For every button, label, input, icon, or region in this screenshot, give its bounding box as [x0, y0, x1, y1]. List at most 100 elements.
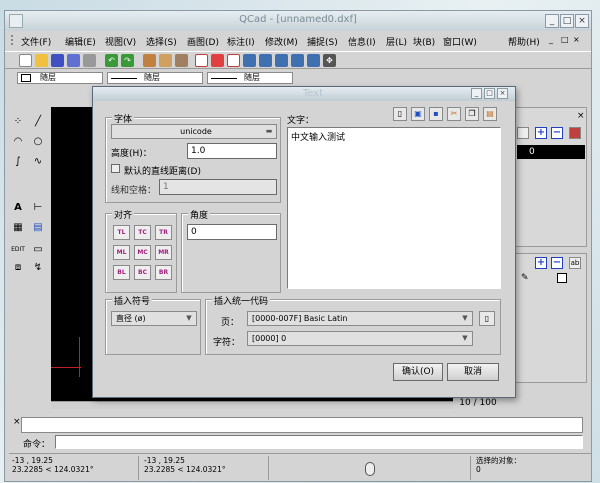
- open-text-icon[interactable]: ▣: [411, 107, 425, 121]
- cancel-button[interactable]: 取消: [447, 363, 499, 381]
- snap-tool-icon[interactable]: ⧈: [9, 261, 27, 277]
- spline-tool-icon[interactable]: ∫: [9, 155, 27, 171]
- command-input[interactable]: [55, 435, 583, 449]
- align-middle-left-button[interactable]: ML: [113, 245, 130, 260]
- save-as-icon[interactable]: [67, 54, 80, 67]
- rename-block-icon[interactable]: ab: [569, 257, 581, 269]
- menu-window[interactable]: 窗口(W): [443, 35, 477, 48]
- align-top-left-button[interactable]: TL: [113, 225, 130, 240]
- menu-select[interactable]: 选择(S): [146, 35, 177, 48]
- mdi-restore-button[interactable]: □: [561, 35, 569, 44]
- mdi-minimize-button[interactable]: _: [549, 35, 553, 44]
- grid-icon[interactable]: [195, 54, 208, 67]
- paste-text-icon[interactable]: ▤: [483, 107, 497, 121]
- zoom-previous-icon[interactable]: [291, 54, 304, 67]
- line-tool-icon[interactable]: ╱: [29, 115, 47, 131]
- height-input[interactable]: 1.0: [187, 143, 277, 159]
- font-select[interactable]: unicode ▬: [111, 124, 277, 139]
- text-editor[interactable]: 中文输入测试: [287, 127, 501, 289]
- ok-button[interactable]: 确认(O): [393, 363, 443, 381]
- symbol-select[interactable]: 直径 (ø) ▼: [111, 311, 197, 326]
- undo-icon[interactable]: ↶: [105, 54, 118, 67]
- menu-file[interactable]: 文件(F): [21, 35, 51, 48]
- modify-tool-icon[interactable]: ▭: [29, 243, 47, 259]
- open-folder-icon[interactable]: [35, 54, 48, 67]
- dialog-maximize-button[interactable]: □: [484, 88, 495, 99]
- status-relative: -13 , 19.25 23.2285 < 124.0321°: [141, 456, 269, 480]
- copy-icon[interactable]: [159, 54, 172, 67]
- menu-draw[interactable]: 画图(D): [187, 35, 219, 48]
- zoom-window-icon[interactable]: [307, 54, 320, 67]
- save-icon[interactable]: [51, 54, 64, 67]
- point-tool-icon[interactable]: ⁘: [9, 115, 27, 131]
- chevron-down-icon: ▼: [186, 314, 192, 322]
- hatch-tool-icon[interactable]: ▦: [9, 221, 27, 237]
- close-button[interactable]: ×: [575, 14, 589, 28]
- menu-modify[interactable]: 修改(M): [265, 35, 298, 48]
- menu-layer[interactable]: 层(L): [386, 35, 407, 48]
- dialog-close-button[interactable]: ×: [497, 88, 508, 99]
- unicode-page-select[interactable]: [0000-007F] Basic Latin ▼: [247, 311, 473, 326]
- menu-edit[interactable]: 编辑(E): [65, 35, 96, 48]
- maximize-button[interactable]: □: [560, 14, 574, 28]
- angle-input[interactable]: 0: [187, 224, 277, 240]
- layer-panel-close-icon[interactable]: ×: [577, 111, 587, 121]
- redo-icon[interactable]: ↷: [121, 54, 134, 67]
- dimension-tool-icon[interactable]: ⊢: [29, 201, 47, 217]
- default-spacing-checkbox[interactable]: [111, 164, 120, 173]
- menu-view[interactable]: 视图(V): [105, 35, 136, 48]
- minimize-button[interactable]: _: [545, 14, 559, 28]
- align-middle-center-button[interactable]: MC: [134, 245, 151, 260]
- zoom-in-icon[interactable]: [243, 54, 256, 67]
- text-tool-icon[interactable]: A: [9, 201, 27, 217]
- menu-help[interactable]: 帮助(H): [508, 35, 540, 48]
- remove-block-icon[interactable]: −: [551, 257, 563, 269]
- align-bottom-right-button[interactable]: BR: [155, 265, 172, 280]
- remove-layer-icon[interactable]: −: [551, 127, 563, 139]
- menu-dimension[interactable]: 标注(I): [227, 35, 255, 48]
- line-spacing-input[interactable]: 1: [159, 179, 277, 195]
- insert-unicode-button[interactable]: ▯: [479, 311, 495, 326]
- layer-show-all-icon[interactable]: [517, 127, 529, 139]
- redraw-icon[interactable]: [227, 54, 240, 67]
- measure-tool-icon[interactable]: ↯: [29, 261, 47, 277]
- mdi-close-button[interactable]: ×: [573, 35, 580, 44]
- unicode-char-select[interactable]: [0000] 0 ▼: [247, 331, 473, 346]
- canvas-hscrollbar[interactable]: [51, 401, 461, 409]
- edit-layer-icon[interactable]: [569, 127, 581, 139]
- cut-text-icon[interactable]: ✂: [447, 107, 461, 121]
- image-tool-icon[interactable]: ▤: [29, 221, 47, 237]
- print-icon[interactable]: [83, 54, 96, 67]
- command-close-icon[interactable]: ×: [13, 417, 21, 427]
- cut-icon[interactable]: [143, 54, 156, 67]
- align-bottom-left-button[interactable]: BL: [113, 265, 130, 280]
- dialog-title-bar[interactable]: Text _ □ ×: [93, 87, 515, 101]
- menu-block[interactable]: 块(B): [413, 35, 435, 48]
- save-text-icon[interactable]: ▪: [429, 107, 443, 121]
- align-middle-right-button[interactable]: MR: [155, 245, 172, 260]
- paste-icon[interactable]: [175, 54, 188, 67]
- align-bottom-center-button[interactable]: BC: [134, 265, 151, 280]
- insert-block-icon[interactable]: [557, 273, 567, 283]
- polyline-tool-icon[interactable]: ∿: [29, 155, 47, 171]
- edit-block-icon[interactable]: ✎: [521, 273, 531, 283]
- align-top-center-button[interactable]: TC: [134, 225, 151, 240]
- menu-snap[interactable]: 捕捉(S): [307, 35, 338, 48]
- align-top-right-button[interactable]: TR: [155, 225, 172, 240]
- copy-text-icon[interactable]: ❐: [465, 107, 479, 121]
- circle-tool-icon[interactable]: ○: [29, 135, 47, 151]
- dialog-minimize-button[interactable]: _: [471, 88, 482, 99]
- title-bar[interactable]: QCad - [unnamed0.dxf] _ □ ×: [5, 11, 591, 31]
- draft-mode-icon[interactable]: [211, 54, 224, 67]
- arc-tool-icon[interactable]: ◠: [9, 135, 27, 151]
- zoom-auto-icon[interactable]: [275, 54, 288, 67]
- add-block-icon[interactable]: +: [535, 257, 547, 269]
- layer-row-zero[interactable]: 0: [517, 145, 585, 159]
- edit-tool-icon[interactable]: EDIT: [9, 243, 27, 259]
- zoom-out-icon[interactable]: [259, 54, 272, 67]
- new-file-icon[interactable]: [19, 54, 32, 67]
- menu-info[interactable]: 信息(I): [348, 35, 376, 48]
- zoom-pan-icon[interactable]: ✥: [323, 54, 336, 67]
- new-text-icon[interactable]: ▯: [393, 107, 407, 121]
- add-layer-icon[interactable]: +: [535, 127, 547, 139]
